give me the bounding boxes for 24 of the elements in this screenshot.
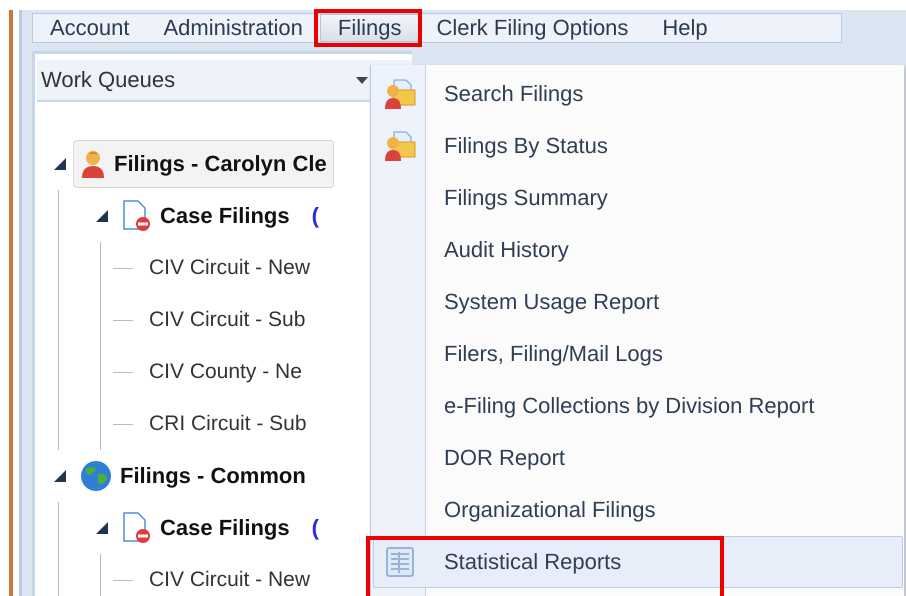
tree-node[interactable]: Filings - Common (73, 452, 313, 500)
menu-item[interactable]: Clerk Filing Options (419, 14, 646, 42)
menu-item[interactable]: Help (645, 14, 725, 42)
menu-option[interactable]: DOR Report (373, 432, 903, 484)
menu-option[interactable]: Filings By Status (373, 120, 903, 172)
queue-dropdown[interactable]: Work Queues (37, 60, 412, 102)
menu-option[interactable]: Audit History (373, 224, 903, 276)
tree-item[interactable]: CIV County - Ne (149, 360, 302, 384)
tree-node[interactable]: Case Filings ( (115, 192, 326, 240)
menu-option[interactable]: Filings Summary (373, 172, 903, 224)
tree-item[interactable]: CIV Circuit - Sub (149, 308, 306, 332)
menu-option[interactable]: Organizational Filings (373, 484, 903, 536)
menu-option[interactable]: e-Filing Collections by Division Report (373, 380, 903, 432)
menu-item[interactable]: Account (33, 14, 146, 42)
tree-item[interactable]: CRI Circuit - Sub (149, 412, 307, 436)
menu-option[interactable]: Filers, Filing/Mail Logs (373, 328, 903, 380)
menu-option[interactable]: Statistical Reports (373, 536, 903, 588)
menu-item[interactable]: Administration (146, 14, 320, 42)
tree-item[interactable]: CIV Circuit - New (149, 568, 310, 592)
tree-node[interactable]: Filings - Carolyn Cle (73, 140, 334, 188)
tree-item[interactable]: CIV Circuit - New (149, 256, 310, 280)
menu-option[interactable]: System Usage Report (373, 276, 903, 328)
menu-item[interactable]: Filings (320, 14, 420, 42)
tree-node[interactable]: Case Filings ( (115, 504, 326, 552)
